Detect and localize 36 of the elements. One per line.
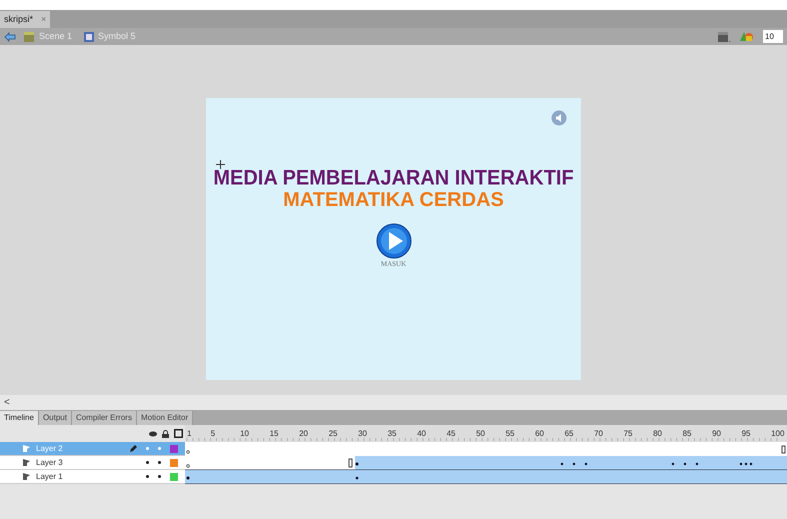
visibility-dot-icon[interactable] — [146, 447, 149, 450]
layer-name: Layer 2 — [36, 442, 64, 454]
panel-tab[interactable]: Timeline — [0, 411, 39, 425]
eye-icon[interactable] — [149, 430, 157, 436]
crosshair-icon — [216, 160, 225, 169]
play-button-icon[interactable] — [376, 223, 412, 259]
layer-row[interactable]: Layer 3 — [0, 456, 185, 470]
pencil-icon — [130, 445, 137, 452]
layer-row[interactable]: Layer 1 — [0, 470, 185, 484]
panel-tab[interactable]: Output — [38, 411, 72, 425]
lock-dot-icon[interactable] — [158, 461, 161, 464]
scene-icon[interactable] — [717, 30, 731, 42]
back-arrow-icon[interactable] — [4, 32, 16, 42]
layer-color-swatch[interactable] — [170, 444, 178, 452]
layer-name: Layer 3 — [36, 456, 64, 468]
outline-icon[interactable] — [174, 429, 183, 438]
lock-dot-icon[interactable] — [158, 447, 161, 450]
layer-name: Layer 1 — [36, 470, 64, 482]
symbol-icon — [84, 32, 94, 42]
layer-color-swatch[interactable] — [170, 458, 178, 466]
layer-color-swatch[interactable] — [170, 472, 178, 480]
scroll-left-arrow[interactable]: < — [4, 395, 10, 410]
lock-dot-icon[interactable] — [158, 475, 161, 478]
lock-icon[interactable] — [162, 430, 169, 438]
frame-ruler[interactable]: 1 5 10 15 20 25 30 35 40 45 50 55 60 65 70 75 80 85 90 95 100 — [185, 425, 787, 442]
speaker-icon[interactable] — [551, 110, 567, 126]
panel-tab[interactable]: Motion Editor — [136, 411, 194, 425]
panel-tab[interactable]: Compiler Errors — [72, 411, 137, 425]
stage-title: MEDIA PEMBELAJARAN INTERAKTIF — [213, 166, 574, 190]
stage-subtitle: MATEMATIKA CERDAS — [283, 189, 504, 211]
zoom-field[interactable]: 10 — [763, 30, 783, 43]
document-tab[interactable]: skripsi* × — [0, 11, 50, 28]
scene-icon — [24, 32, 35, 42]
visibility-dot-icon[interactable] — [146, 475, 149, 478]
visibility-dot-icon[interactable] — [146, 461, 149, 464]
shapes-icon[interactable] — [739, 30, 755, 43]
